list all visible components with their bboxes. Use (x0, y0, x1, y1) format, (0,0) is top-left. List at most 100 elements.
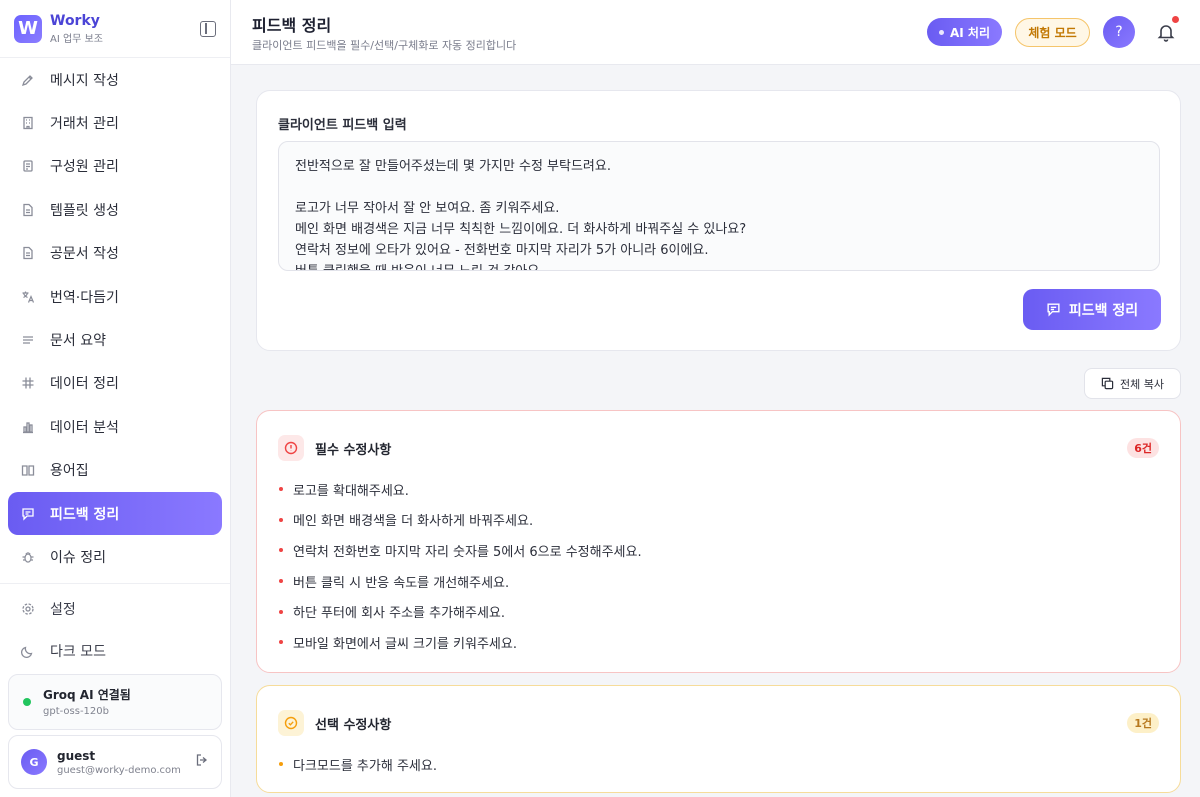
ai-processing-label: AI 처리 (949, 25, 990, 40)
bullet-icon (279, 762, 283, 767)
copy-all-button[interactable]: 전체 복사 (1084, 368, 1181, 399)
app-subtitle: AI 업무 보조 (50, 33, 103, 45)
sidebar-item-label: 문서 요약 (50, 333, 106, 350)
sidebar-item-label: 공문서 작성 (50, 246, 119, 263)
ai-connection-status: Groq AI 연결됨 gpt-oss-120b (8, 674, 222, 730)
bullet-icon (279, 487, 283, 492)
list-item-text: 다크모드를 추가해 주세요. (293, 758, 437, 774)
feedback-textarea[interactable]: 전반적으로 잘 만들어주셨는데 몇 가지만 수정 부탁드려요. 로고가 너무 작… (278, 141, 1160, 271)
sidebar-item-label: 데이터 분석 (50, 419, 119, 436)
building-icon (20, 115, 36, 131)
app-logo: W (14, 14, 42, 43)
trial-mode-button[interactable]: 체험 모드 (1015, 18, 1090, 47)
feedback-input-card: 클라이언트 피드백 입력 전반적으로 잘 만들어주셨는데 몇 가지만 수정 부탁… (256, 90, 1181, 351)
list-item: 연락처 전화번호 마지막 자리 숫자를 5에서 6으로 수정해주세요. (279, 535, 642, 566)
optional-count-badge: 1건 (1127, 713, 1159, 733)
list-item-text: 버튼 클릭 시 반응 속도를 개선해주세요. (293, 575, 510, 591)
list-item-text: 하단 푸터에 회사 주소를 추가해주세요. (293, 606, 506, 622)
sidebar-item-dark-mode[interactable]: 다크 모드 (8, 630, 222, 672)
sidebar-item-members[interactable]: 구성원 관리 (8, 145, 222, 188)
ai-dot-icon (938, 29, 944, 35)
ai-processing-button[interactable]: AI 처리 (927, 18, 1002, 46)
sidebar-item-label: 번역·다듬기 (50, 289, 119, 306)
sidebar-item-templates[interactable]: 템플릿 생성 (8, 188, 222, 231)
message-icon (20, 506, 36, 522)
hash-icon (20, 375, 36, 391)
required-changes-list: 로고를 확대해주세요. 메인 화면 배경색을 더 화사하게 바꿔주세요. 연락처… (279, 474, 642, 658)
required-changes-title: 필수 수정사항 (315, 442, 392, 458)
app-name: Worky (50, 12, 100, 29)
alert-circle-icon (278, 435, 304, 461)
status-title: Groq AI 연결됨 (43, 688, 131, 702)
list-item-text: 연락처 전화번호 마지막 자리 숫자를 5에서 6으로 수정해주세요. (293, 544, 642, 560)
copy-icon (1101, 377, 1114, 390)
help-button[interactable]: ? (1103, 16, 1135, 48)
list-item: 메인 화면 배경색을 더 화사하게 바꿔주세요. (279, 505, 642, 536)
avatar: G (21, 749, 47, 775)
page-title: 피드백 정리 (252, 16, 332, 35)
message-icon (1047, 303, 1060, 317)
sidebar-divider (0, 583, 230, 584)
list-item: 하단 푸터에 회사 주소를 추가해주세요. (279, 596, 642, 627)
book-icon (20, 462, 36, 478)
list-item-text: 모바일 화면에서 글씨 크기를 키워주세요. (293, 636, 517, 652)
list-item: 로고를 확대해주세요. (279, 474, 642, 505)
user-card: G guest guest@worky-demo.com (8, 735, 222, 789)
gear-icon (20, 601, 36, 617)
sidebar-item-message[interactable]: 메시지 작성 (8, 58, 222, 101)
sidebar-item-label: 용어집 (50, 463, 89, 480)
sidebar-collapse-icon[interactable] (200, 20, 216, 37)
copy-all-label: 전체 복사 (1120, 377, 1164, 391)
sidebar-item-label: 거래처 관리 (50, 116, 119, 133)
sidebar-item-issues[interactable]: 이슈 정리 (8, 535, 222, 578)
sidebar-item-data-analysis[interactable]: 데이터 분석 (8, 405, 222, 448)
sidebar-item-summary[interactable]: 문서 요약 (8, 318, 222, 361)
list-item-text: 로고를 확대해주세요. (293, 483, 409, 499)
list-item: 모바일 화면에서 글씨 크기를 키워주세요. (279, 627, 642, 658)
optional-changes-card: 선택 수정사항 1건 다크모드를 추가해 주세요. (256, 685, 1181, 793)
bullet-icon (279, 548, 283, 553)
feedback-input-label: 클라이언트 피드백 입력 (278, 118, 407, 133)
page-subtitle: 클라이언트 피드백을 필수/선택/구체화로 자동 정리합니다 (252, 39, 517, 52)
organize-feedback-label: 피드백 정리 (1068, 302, 1139, 319)
bullet-icon (279, 579, 283, 584)
bell-icon[interactable] (1155, 21, 1177, 43)
user-email: guest@worky-demo.com (57, 764, 181, 776)
list-item-text: 메인 화면 배경색을 더 화사하게 바꿔주세요. (293, 514, 534, 530)
sidebar-item-label: 이슈 정리 (50, 549, 106, 566)
sidebar-nav: 메시지 작성 거래처 관리 구성원 관리 템플릿 생성 공문서 작성 번역·다듬… (0, 58, 230, 579)
sidebar-item-settings[interactable]: 설정 (8, 588, 222, 630)
bullet-icon (279, 640, 283, 645)
sidebar-item-label: 템플릿 생성 (50, 202, 119, 219)
sidebar-item-data-clean[interactable]: 데이터 정리 (8, 362, 222, 405)
status-model: gpt-oss-120b (43, 706, 109, 717)
document-icon (20, 245, 36, 261)
sidebar-item-label: 다크 모드 (50, 644, 106, 660)
logout-icon[interactable] (195, 753, 209, 771)
sidebar-item-clients[interactable]: 거래처 관리 (8, 101, 222, 144)
file-icon (20, 202, 36, 218)
sidebar-item-official-docs[interactable]: 공문서 작성 (8, 232, 222, 275)
bullet-icon (279, 609, 283, 614)
sidebar-item-feedback[interactable]: 피드백 정리 (8, 491, 222, 536)
moon-icon (20, 643, 36, 659)
optional-changes-title: 선택 수정사항 (315, 717, 392, 733)
pencil-icon (20, 72, 36, 88)
brand-header: W Worky AI 업무 보조 (0, 0, 230, 58)
translate-icon (20, 289, 36, 305)
people-icon (20, 158, 36, 174)
sidebar-item-glossary[interactable]: 용어집 (8, 449, 222, 492)
sidebar-item-label: 설정 (50, 602, 76, 618)
bug-icon (20, 549, 36, 565)
sidebar-item-translate[interactable]: 번역·다듬기 (8, 275, 222, 318)
required-count-badge: 6건 (1127, 438, 1159, 458)
sidebar-item-label: 메시지 작성 (50, 72, 119, 89)
organize-feedback-button[interactable]: 피드백 정리 (1023, 289, 1161, 330)
lines-icon (20, 332, 36, 348)
notification-dot (1172, 16, 1179, 23)
page-header: 피드백 정리 클라이언트 피드백을 필수/선택/구체화로 자동 정리합니다 AI… (231, 0, 1200, 65)
bullet-icon (279, 517, 283, 522)
sidebar-item-label: 구성원 관리 (50, 159, 119, 176)
sidebar: W Worky AI 업무 보조 메시지 작성 거래처 관리 구성원 관리 템플… (0, 0, 231, 797)
required-changes-card: 필수 수정사항 6건 로고를 확대해주세요. 메인 화면 배경색을 더 화사하게… (256, 410, 1181, 673)
